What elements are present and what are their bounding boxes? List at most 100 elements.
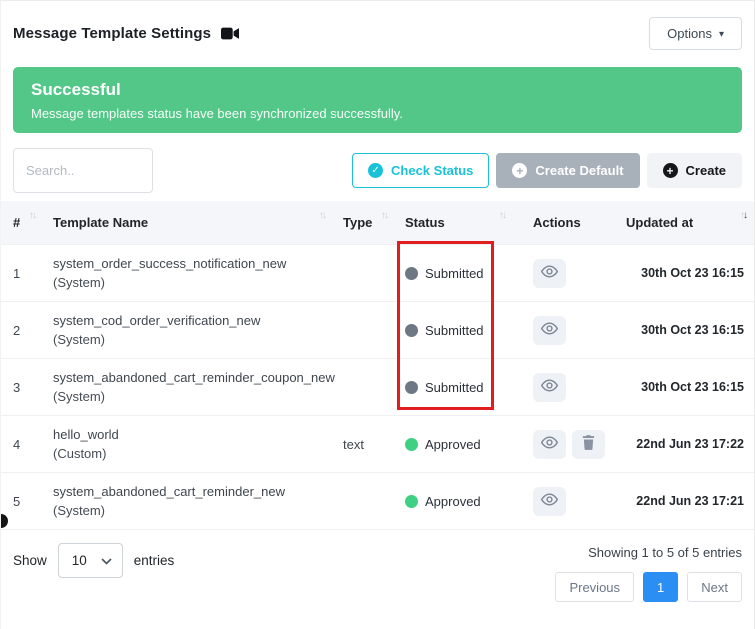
view-button[interactable] <box>533 259 566 288</box>
page-size-control: Show 10 entries <box>13 543 174 578</box>
plus-circle-icon: + <box>663 163 678 178</box>
eye-icon <box>541 322 558 338</box>
templates-table: # ↑↓ Template Name ↑↓ Type ↑↓ Status ↑↓ … <box>1 201 754 530</box>
row-index: 2 <box>1 323 41 338</box>
template-type: text <box>331 437 393 452</box>
create-default-button[interactable]: + Create Default <box>496 153 639 188</box>
row-index: 1 <box>1 266 41 281</box>
status-dot <box>405 381 418 394</box>
status-badge: Submitted <box>393 380 511 395</box>
template-name: system_order_success_notification_new <box>53 254 331 275</box>
column-header-type[interactable]: Type ↑↓ <box>331 201 393 244</box>
updated-at: 22nd Jun 23 17:21 <box>614 494 754 508</box>
status-dot <box>405 324 418 337</box>
column-header-index[interactable]: # ↑↓ <box>1 201 41 244</box>
check-status-button[interactable]: ✓ Check Status <box>352 153 489 188</box>
message-template-settings-page: Message Template Settings Options ▾ Succ… <box>0 0 755 629</box>
table-row: 1 system_order_success_notification_new … <box>1 244 754 301</box>
row-index: 3 <box>1 380 41 395</box>
sort-icon: ↑↓ <box>499 211 505 221</box>
template-origin: (System) <box>53 331 331 349</box>
template-origin: (System) <box>53 388 331 406</box>
create-default-label: Create Default <box>535 163 623 178</box>
entries-summary: Showing 1 to 5 of 5 entries <box>588 543 742 560</box>
create-label: Create <box>686 163 726 178</box>
current-page-button[interactable]: 1 <box>643 572 678 602</box>
column-header-updated-at[interactable]: Updated at ↑↓ <box>614 201 754 244</box>
page-size-select[interactable]: 10 <box>58 543 123 578</box>
eye-icon <box>541 493 558 509</box>
table-footer: Show 10 entries Showing 1 to 5 of 5 entr… <box>1 530 754 602</box>
show-label: Show <box>13 553 47 568</box>
template-name-cell: system_abandoned_cart_reminder_coupon_ne… <box>41 368 331 407</box>
actions-cell <box>511 373 614 402</box>
status-label: Approved <box>425 494 481 509</box>
table-header-row: # ↑↓ Template Name ↑↓ Type ↑↓ Status ↑↓ … <box>1 201 754 244</box>
page-header: Message Template Settings Options ▾ <box>1 1 754 53</box>
status-badge: Submitted <box>393 323 511 338</box>
view-button[interactable] <box>533 487 566 516</box>
status-dot <box>405 267 418 280</box>
status-label: Submitted <box>425 266 484 281</box>
delete-button[interactable] <box>572 430 605 459</box>
column-header-actions: Actions <box>511 201 614 244</box>
template-name-cell: system_abandoned_cart_reminder_new (Syst… <box>41 482 331 521</box>
view-button[interactable] <box>533 316 566 345</box>
actions-cell <box>511 259 614 288</box>
check-circle-icon: ✓ <box>368 163 383 178</box>
view-button[interactable] <box>533 373 566 402</box>
page-title: Message Template Settings <box>13 25 211 42</box>
next-page-button[interactable]: Next <box>687 572 742 602</box>
search-input[interactable] <box>13 148 153 193</box>
previous-page-button[interactable]: Previous <box>555 572 634 602</box>
actions-cell <box>511 316 614 345</box>
template-name: system_cod_order_verification_new <box>53 311 331 332</box>
options-button[interactable]: Options ▾ <box>649 17 742 50</box>
entries-label: entries <box>134 553 175 568</box>
status-label: Approved <box>425 437 481 452</box>
view-button[interactable] <box>533 430 566 459</box>
sort-icon-active: ↑↓ <box>740 211 746 221</box>
template-name-cell: system_order_success_notification_new (S… <box>41 254 331 293</box>
table-row: 3 system_abandoned_cart_reminder_coupon_… <box>1 358 754 415</box>
table-row: 4 hello_world (Custom) text Approved <box>1 415 754 472</box>
sort-icon: ↑↓ <box>319 211 325 221</box>
status-label: Submitted <box>425 323 484 338</box>
updated-at: 22nd Jun 23 17:22 <box>614 437 754 451</box>
template-origin: (Custom) <box>53 445 331 463</box>
eye-icon <box>541 379 558 395</box>
table-row: 2 system_cod_order_verification_new (Sys… <box>1 301 754 358</box>
actions-cell <box>511 430 614 459</box>
status-dot <box>405 495 418 508</box>
actions-cell <box>511 487 614 516</box>
alert-title: Successful <box>31 80 724 100</box>
eye-icon <box>541 265 558 281</box>
options-label: Options <box>667 26 712 41</box>
check-status-label: Check Status <box>391 163 473 178</box>
sort-icon: ↑↓ <box>29 211 35 221</box>
status-label: Submitted <box>425 380 484 395</box>
create-button[interactable]: + Create <box>647 153 742 188</box>
row-index: 4 <box>1 437 41 452</box>
column-header-template-name[interactable]: Template Name ↑↓ <box>41 201 331 244</box>
caret-down-icon: ▾ <box>719 29 724 40</box>
page-size-value: 10 <box>72 553 87 568</box>
sort-icon: ↑↓ <box>381 211 387 221</box>
status-badge: Approved <box>393 437 511 452</box>
chevron-down-icon <box>101 553 112 568</box>
updated-at: 30th Oct 23 16:15 <box>614 380 754 394</box>
template-origin: (System) <box>53 502 331 520</box>
template-name: system_abandoned_cart_reminder_new <box>53 482 331 503</box>
table-row: 5 system_abandoned_cart_reminder_new (Sy… <box>1 472 754 529</box>
status-badge: Submitted <box>393 266 511 281</box>
success-alert: Successful Message templates status have… <box>13 67 742 133</box>
alert-message: Message templates status have been synch… <box>31 106 724 121</box>
template-name-cell: hello_world (Custom) <box>41 425 331 464</box>
template-name: hello_world <box>53 425 331 446</box>
column-header-status[interactable]: Status ↑↓ <box>393 201 511 244</box>
template-name: system_abandoned_cart_reminder_coupon_ne… <box>53 368 331 389</box>
updated-at: 30th Oct 23 16:15 <box>614 266 754 280</box>
row-index: 5 <box>1 494 41 509</box>
plus-circle-icon: + <box>512 163 527 178</box>
updated-at: 30th Oct 23 16:15 <box>614 323 754 337</box>
